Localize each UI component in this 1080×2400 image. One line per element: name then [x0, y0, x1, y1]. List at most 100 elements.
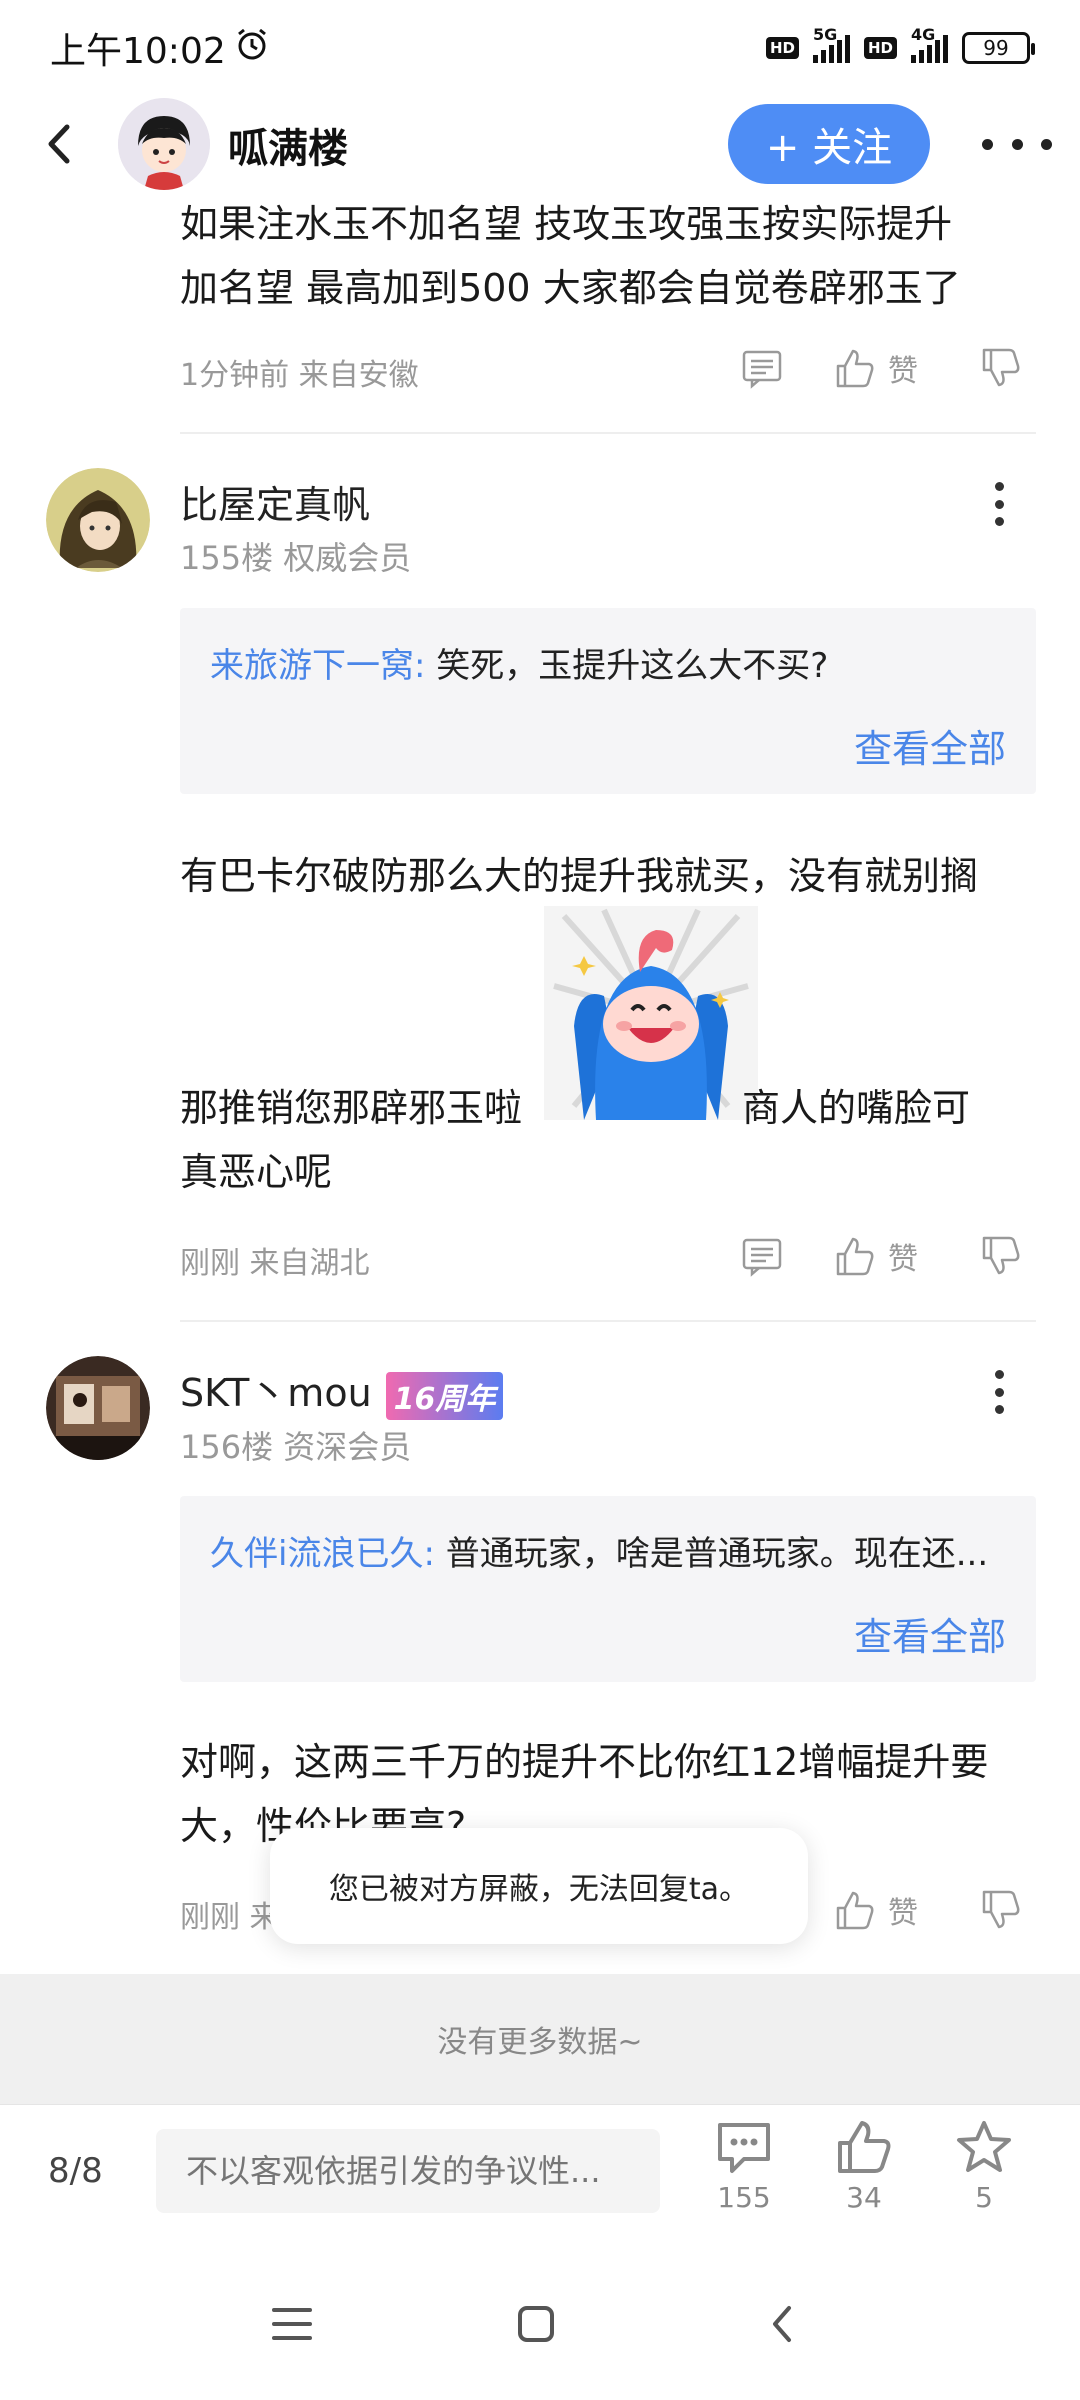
hd-icon-2: HD — [863, 37, 897, 59]
signal-4g-icon: 4G — [911, 25, 948, 63]
comment-text-line: 那推销您那辟邪玉啦 — [180, 1086, 523, 1130]
comment-text: 有巴卡尔破防那么大的提升我就买，没有就别搁 — [180, 844, 1040, 908]
hamburger-icon — [272, 2308, 312, 2340]
divider — [180, 432, 1036, 434]
thumb-down-icon — [982, 348, 1020, 387]
quoted-reply-text: 久伴i流浪已久: 普通玩家，啥是普通玩家。现在还... — [210, 1526, 1010, 1575]
follow-button[interactable]: + 关注 — [728, 104, 930, 184]
comment-more-button[interactable] — [992, 1370, 1006, 1414]
quoted-user-name[interactable]: 来旅游下一窝: — [210, 646, 425, 686]
dot-icon — [994, 1370, 1004, 1379]
star-icon — [957, 2121, 1011, 2172]
post-text: 如果注水玉不加名望 技攻玉攻强玉按实际提升 加名望 最高加到500 大家都会自觉… — [180, 192, 1040, 320]
comment-icon — [742, 1238, 782, 1277]
commenter-name-row: SKT丶mou 16周年 — [180, 1362, 504, 1420]
blocked-toast: 您已被对方屏蔽，无法回复ta。 — [270, 1828, 808, 1944]
more-options-button[interactable] — [982, 126, 1052, 162]
view-all-link[interactable]: 查看全部 — [854, 718, 1006, 773]
favorite-button[interactable]: 5 — [934, 2119, 1034, 2214]
comment-text-line: 商人的嘴脸可 — [742, 1086, 971, 1130]
thumb-down-icon — [982, 1236, 1020, 1275]
post-text-line: 加名望 最高加到500 大家都会自觉卷辟邪玉了 — [180, 266, 961, 310]
chevron-left-icon — [48, 124, 70, 164]
system-back-button[interactable] — [742, 2284, 822, 2364]
dot-icon — [994, 1387, 1004, 1397]
dot-icon — [994, 517, 1004, 526]
comment-text-line: 有巴卡尔破防那么大的提升我就买，没有就别搁 — [180, 854, 979, 898]
thumb-up-icon — [836, 349, 874, 388]
back-button[interactable] — [30, 116, 86, 172]
dot-icon — [994, 482, 1004, 491]
comment-icon — [742, 350, 782, 389]
dot-icon — [1041, 138, 1052, 150]
thumb-up-icon — [836, 1237, 874, 1276]
thumb-up-icon — [838, 2121, 891, 2173]
home-square-icon — [518, 2306, 554, 2342]
dot-icon — [1011, 138, 1023, 150]
no-more-data-footer: 没有更多数据~ — [0, 1974, 1080, 2104]
hd-icon: HD — [765, 37, 799, 59]
quoted-text: 普通玩家，啥是普通玩家。现在还... — [445, 1534, 989, 1574]
thumb-down-icon — [982, 1890, 1020, 1929]
status-time: 上午10:02 — [50, 31, 226, 72]
author-avatar[interactable] — [118, 98, 210, 190]
page-indicator[interactable]: 8/8 — [48, 2151, 103, 2191]
comment-bubble-icon — [718, 2123, 770, 2173]
like-button[interactable]: 赞 — [832, 346, 918, 390]
commenter-name[interactable]: SKT丶mou — [180, 1371, 372, 1415]
comment-text-continued: 那推销您那辟邪玉啦 商人的嘴脸可 真恶心呢 — [180, 1076, 1040, 1204]
quoted-user-name[interactable]: 久伴i流浪已久: — [210, 1534, 435, 1574]
dislike-button[interactable] — [978, 1234, 1022, 1278]
quoted-text: 笑死，玉提升这么大不买? — [436, 646, 829, 686]
comment-more-button[interactable] — [992, 482, 1006, 526]
menu-button[interactable] — [252, 2284, 332, 2364]
anniversary-badge: 16周年 — [385, 1371, 504, 1420]
comments-button[interactable]: 155 — [694, 2119, 794, 2214]
quoted-reply[interactable]: 久伴i流浪已久: 普通玩家，啥是普通玩家。现在还... 查看全部 — [180, 1496, 1036, 1682]
divider — [180, 1320, 1036, 1322]
comments-count: 155 — [717, 2181, 771, 2214]
reply-button[interactable] — [740, 346, 784, 390]
like-label: 赞 — [888, 1242, 918, 1277]
quoted-reply[interactable]: 来旅游下一窝: 笑死，玉提升这么大不买? 查看全部 — [180, 608, 1036, 794]
dot-icon — [994, 1405, 1004, 1414]
comment-actions: 赞 — [740, 1234, 1022, 1278]
chevron-left-icon — [773, 2306, 791, 2342]
battery-level: 99 — [983, 36, 1009, 60]
like-label: 赞 — [888, 354, 918, 389]
top-nav-bar: 呱满楼 + 关注 — [0, 96, 1080, 192]
like-button[interactable]: 赞 — [832, 1234, 918, 1278]
dislike-button[interactable] — [978, 1888, 1022, 1932]
reply-input[interactable] — [156, 2129, 660, 2213]
home-button[interactable] — [496, 2284, 576, 2364]
post-meta: 1分钟前 来自安徽 — [180, 358, 419, 393]
post-text-line: 如果注水玉不加名望 技攻玉攻强玉按实际提升 — [180, 202, 953, 246]
likes-count: 34 — [846, 2181, 882, 2214]
quoted-reply-text: 来旅游下一窝: 笑死，玉提升这么大不买? — [210, 638, 1010, 687]
like-post-button[interactable]: 34 — [814, 2119, 914, 2214]
commenter-floor-rank: 156楼 资深会员 — [180, 1428, 412, 1466]
comment-text-line: 对啊，这两三千万的提升不比你红12增幅提升要 — [180, 1740, 989, 1784]
dot-icon — [994, 499, 1004, 509]
like-button[interactable]: 赞 — [832, 1888, 918, 1932]
signal-5g-icon: 5G — [812, 25, 850, 63]
battery-icon: 99 — [962, 32, 1035, 64]
post-actions: 赞 — [740, 346, 1022, 390]
like-label: 赞 — [888, 1896, 918, 1931]
alarm-icon — [234, 26, 270, 71]
bottom-action-bar: 8/8 155 34 5 — [0, 2104, 1080, 2244]
favorites-count: 5 — [975, 2181, 993, 2214]
commenter-floor-rank: 155楼 权威会员 — [180, 539, 412, 577]
view-all-link[interactable]: 查看全部 — [854, 1606, 1006, 1661]
comment-text-line: 真恶心呢 — [180, 1150, 333, 1194]
dislike-button[interactable] — [978, 346, 1022, 390]
status-bar: 上午10:02 HD 5G HD 4G 99 — [0, 0, 1080, 96]
page-title: 呱满楼 — [228, 126, 348, 172]
reply-button[interactable] — [740, 1234, 784, 1278]
commenter-name[interactable]: 比屋定真帆 — [180, 474, 370, 529]
commenter-avatar[interactable] — [46, 1356, 150, 1460]
dot-icon — [982, 138, 993, 150]
comment-meta: 刚刚 来自湖北 — [180, 1246, 370, 1281]
thumb-up-icon — [836, 1891, 874, 1930]
commenter-avatar[interactable] — [46, 468, 150, 572]
